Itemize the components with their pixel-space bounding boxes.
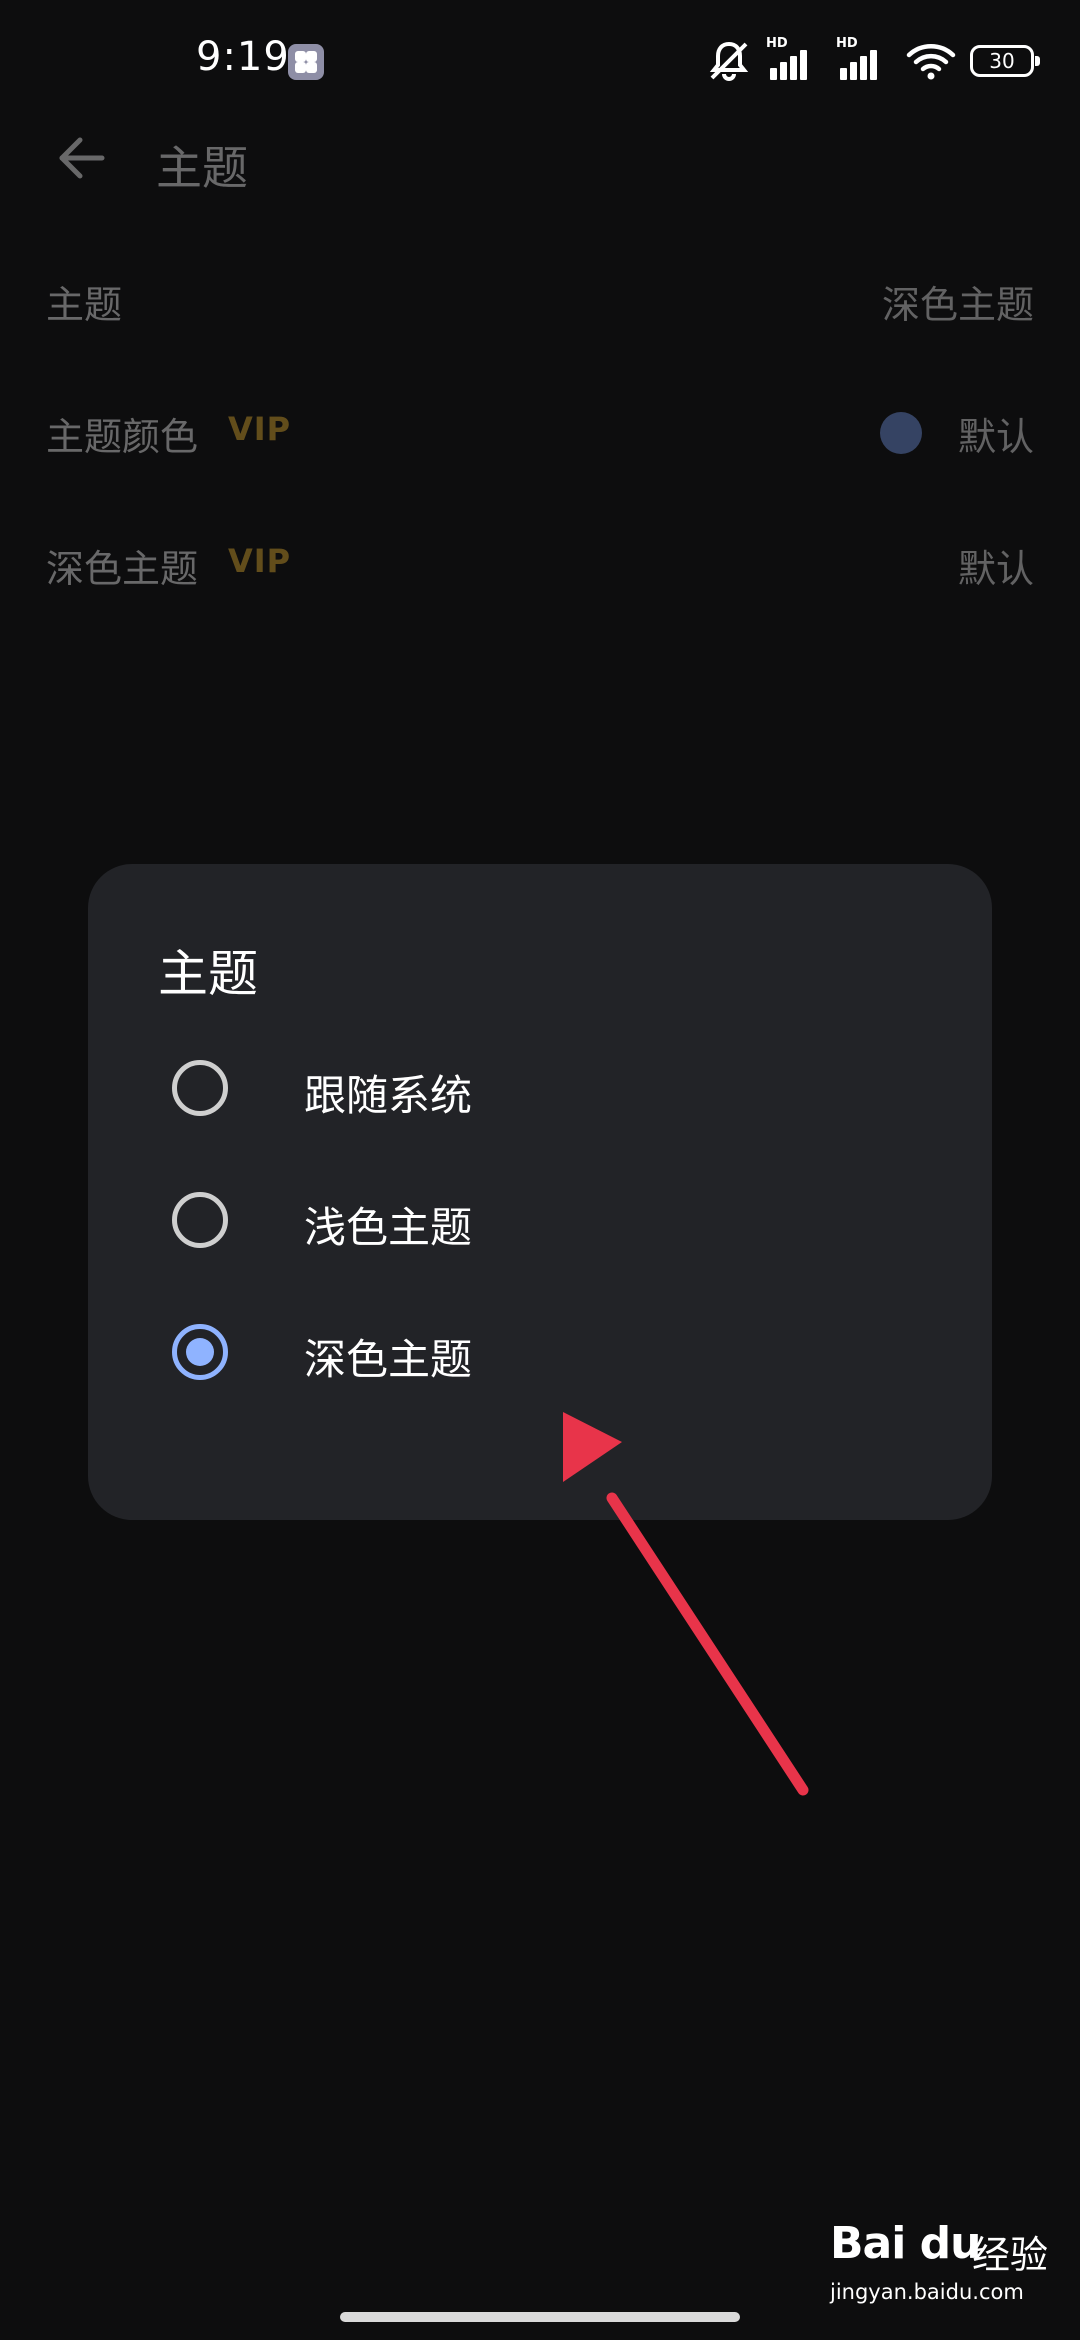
back-arrow-icon[interactable] — [52, 128, 112, 188]
signal-2-icon: HD — [836, 36, 892, 84]
theme-dialog: 主题 跟随系统 浅色主题 深色主题 — [88, 864, 992, 1520]
option-light-theme[interactable]: 浅色主题 — [88, 1160, 992, 1280]
dialog-title: 主题 — [158, 945, 258, 1003]
status-bar: 9:19 HD HD 30 — [0, 0, 1080, 120]
mute-bell-icon — [709, 41, 749, 81]
page-title: 主题 — [156, 141, 248, 195]
radio-button[interactable] — [172, 1192, 228, 1248]
setting-row-theme-color[interactable]: 主题颜色 VIP 默认 — [0, 364, 1080, 496]
setting-label: 深色主题 — [46, 547, 199, 591]
watermark-brand: 经验 — [972, 2233, 1049, 2277]
setting-value: 深色主题 — [881, 283, 1034, 327]
baidu-logo: Bai du — [830, 2218, 981, 2269]
baidu-jingyan-watermark: Bai du 经验 jingyan.baidu.com — [830, 2218, 1060, 2318]
wifi-icon — [906, 44, 956, 80]
setting-row-dark-theme[interactable]: 深色主题 VIP 默认 — [0, 496, 1080, 628]
setting-label: 主题颜色 — [46, 415, 199, 459]
status-icons: HD HD 30 — [706, 36, 1040, 86]
option-label: 跟随系统 — [304, 1071, 473, 1120]
setting-value: 默认 — [957, 547, 1034, 591]
signal-1-icon: HD — [766, 36, 822, 84]
setting-label: 主题 — [46, 283, 123, 327]
option-dark-theme[interactable]: 深色主题 — [88, 1292, 992, 1412]
theme-color-swatch — [880, 412, 922, 454]
watermark-url: jingyan.baidu.com — [830, 2280, 1024, 2304]
option-follow-system[interactable]: 跟随系统 — [88, 1028, 992, 1148]
setting-value: 默认 — [957, 415, 1034, 459]
status-time: 9:19 — [196, 34, 290, 80]
app-notification-icon — [288, 44, 324, 80]
setting-row-theme[interactable]: 主题 深色主题 — [0, 232, 1080, 364]
home-indicator[interactable] — [340, 2312, 740, 2322]
option-label: 浅色主题 — [304, 1203, 473, 1252]
vip-badge: VIP — [228, 542, 292, 580]
battery-icon: 30 — [970, 45, 1040, 77]
radio-button[interactable] — [172, 1060, 228, 1116]
option-label: 深色主题 — [304, 1335, 473, 1384]
vip-badge: VIP — [228, 410, 292, 448]
battery-level: 30 — [989, 49, 1015, 73]
radio-button-selected[interactable] — [172, 1324, 228, 1380]
